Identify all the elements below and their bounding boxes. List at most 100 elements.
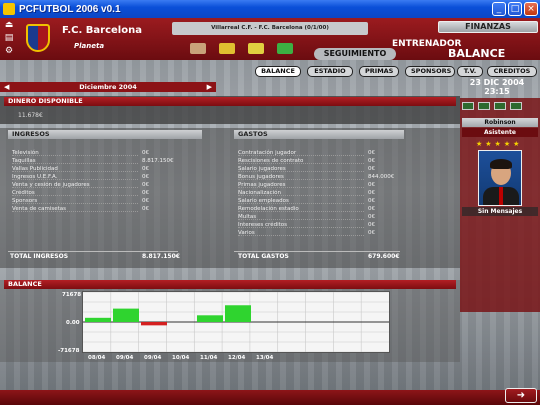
gastos-row-value: 0€	[368, 206, 375, 212]
gastos-title: GASTOS	[234, 130, 404, 139]
staff-icon[interactable]	[277, 43, 293, 54]
club-crest-icon	[26, 24, 50, 52]
tab-estadio[interactable]: ESTADIO	[307, 66, 353, 77]
gastos-divider	[234, 251, 400, 252]
gastos-row-label: Salario jugadores	[238, 166, 286, 172]
save-icon[interactable]: ▤	[2, 33, 16, 43]
prev-month-icon[interactable]: ◀	[4, 82, 9, 92]
staff-icon-1[interactable]	[462, 102, 474, 110]
gastos-row-label: Contratación jugador	[238, 150, 297, 156]
seguimiento-button[interactable]: SEGUIMIENTO	[314, 48, 396, 60]
tab-tv[interactable]: T.V.	[457, 66, 483, 77]
ingresos-row: Créditos 0€	[12, 190, 182, 197]
players-icon[interactable]	[190, 43, 206, 54]
gastos-total-label: TOTAL GASTOS	[238, 253, 289, 260]
x-axis-label: 11/04	[200, 355, 218, 361]
money-icon[interactable]	[248, 43, 264, 54]
gastos-row-value: 0€	[368, 230, 375, 236]
window-titlebar: PCFUTBOL 2006 v0.1 _ □ ×	[0, 0, 540, 18]
staff-icon-2[interactable]	[478, 102, 490, 110]
gastos-row-label: Salario empleados	[238, 198, 289, 204]
finanzas-button[interactable]: FINANZAS	[438, 21, 538, 33]
staff-name: Robinson	[462, 118, 538, 127]
ingresos-row-label: Venta y cesión de jugadores	[12, 182, 90, 188]
ingresos-row-value: 0€	[142, 182, 149, 188]
staff-icon-4[interactable]	[510, 102, 522, 110]
gastos-row-label: Primas jugadores	[238, 182, 286, 188]
tab-balance[interactable]: BALANCE	[255, 66, 301, 77]
ingresos-row-value: 0€	[142, 190, 149, 196]
ingresos-row-label: Sponsors	[12, 198, 38, 204]
ingresos-total-label: TOTAL INGRESOS	[10, 253, 69, 260]
gastos-row-label: Remodelación estadio	[238, 206, 299, 212]
next-month-icon[interactable]: ▶	[207, 82, 212, 92]
page-title: BALANCE	[448, 47, 506, 60]
ingresos-row-label: Créditos	[12, 190, 35, 196]
balance-chart	[82, 291, 390, 353]
ingresos-row: Vallas Publicidad 0€	[12, 166, 182, 173]
header-bar: ⏏ ▤ ⚙ F.C. Barcelona Planeta Villarreal …	[0, 18, 540, 60]
gastos-row: Primas jugadores 0€	[238, 182, 408, 189]
ingresos-row: Sponsors 0€	[12, 198, 182, 205]
x-axis-label: 09/04	[116, 355, 134, 361]
staff-role: Asistente	[462, 128, 538, 137]
chart-bar	[113, 308, 139, 322]
ingresos-total-value: 8.817.150€	[142, 253, 180, 260]
month-label: Diciembre 2004	[79, 83, 137, 91]
bottom-bar	[0, 390, 540, 405]
ingresos-row: Taquillas 8.817.150€	[12, 158, 182, 165]
ingresos-title: INGRESOS	[8, 130, 202, 139]
gastos-row: Salario jugadores 0€	[238, 166, 408, 173]
staff-nav-icons	[462, 102, 522, 110]
ingresos-row-value: 0€	[142, 206, 149, 212]
gastos-row-value: 844.000€	[368, 174, 395, 180]
dinero-value: 11.678€	[18, 112, 43, 119]
ingresos-row: Ingresos U.E.F.A. 0€	[12, 174, 182, 181]
next-match-bar[interactable]: Villarreal C.F. - F.C. Barcelona (0/1/00…	[172, 22, 368, 35]
close-button[interactable]: ×	[524, 2, 538, 16]
tab-primas[interactable]: PRIMAS	[359, 66, 399, 77]
gastos-row-value: 0€	[368, 150, 375, 156]
x-axis-label: 10/04	[172, 355, 190, 361]
ingresos-row-label: Taquillas	[12, 158, 36, 164]
chart-bar	[197, 315, 223, 322]
minimize-button[interactable]: _	[492, 2, 506, 16]
gastos-row: Rescisiones de contrato 0€	[238, 158, 408, 165]
continue-arrow-icon[interactable]: ➜	[505, 388, 537, 403]
ingresos-row-label: Venta de camisetas	[12, 206, 67, 212]
gastos-row-value: 0€	[368, 190, 375, 196]
ingresos-row: Venta y cesión de jugadores 0€	[12, 182, 182, 189]
messages-label[interactable]: Sin Mensajes	[462, 207, 538, 216]
staff-icon-3[interactable]	[494, 102, 506, 110]
gastos-row: Intereses créditos 0€	[238, 222, 408, 229]
gastos-row-label: Nacionalización	[238, 190, 281, 196]
gastos-row-value: 0€	[368, 214, 375, 220]
gastos-row: Nacionalización 0€	[238, 190, 408, 197]
tab-creditos[interactable]: CREDITOS	[487, 66, 537, 77]
ingresos-row-label: Ingresos U.E.F.A.	[12, 174, 58, 180]
x-axis-label: 12/04	[228, 355, 246, 361]
chart-bar	[85, 317, 111, 322]
date-day: 23 DIC 2004	[469, 78, 525, 87]
finance-tabs: BALANCE ESTADIO PRIMAS SPONSORS	[255, 66, 455, 77]
gastos-row: Remodelación estadio 0€	[238, 206, 408, 213]
dinero-title: DINERO DISPONIBLE	[4, 97, 456, 106]
game-area: ⏏ ▤ ⚙ F.C. Barcelona Planeta Villarreal …	[0, 18, 540, 405]
gastos-row-label: Intereses créditos	[238, 222, 287, 228]
tab-sponsors[interactable]: SPONSORS	[405, 66, 455, 77]
gastos-row-label: Varios	[238, 230, 255, 236]
trophy-icon[interactable]	[219, 43, 235, 54]
club-name: F.C. Barcelona	[62, 25, 142, 36]
gastos-row-value: 0€	[368, 222, 375, 228]
options-icon[interactable]: ⚙	[2, 46, 16, 56]
gastos-row-label: Multas	[238, 214, 257, 220]
maximize-button[interactable]: □	[508, 2, 522, 16]
gastos-total-value: 679.600€	[368, 253, 400, 260]
gastos-row: Multas 0€	[238, 214, 408, 221]
app-icon	[3, 3, 15, 15]
gastos-row-value: 0€	[368, 158, 375, 164]
x-axis-label: 13/04	[256, 355, 274, 361]
exit-icon[interactable]: ⏏	[2, 20, 16, 30]
y-top-label: 71678	[62, 292, 82, 298]
gastos-row: Salario empleados 0€	[238, 198, 408, 205]
